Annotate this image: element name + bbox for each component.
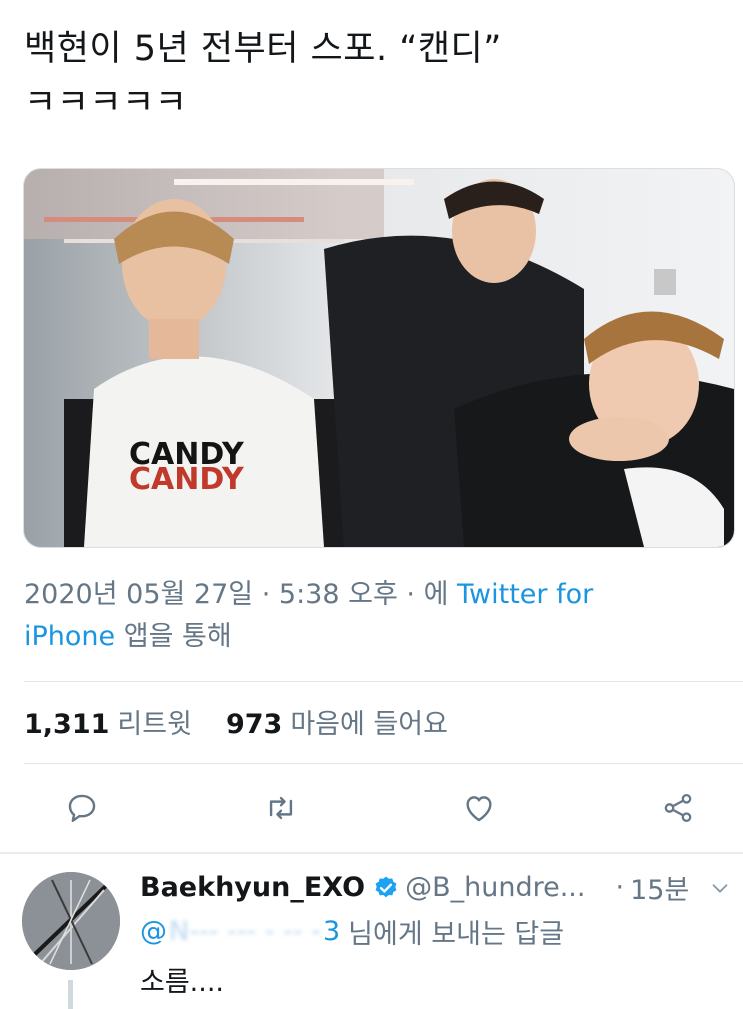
section-divider xyxy=(0,852,743,854)
replying-to-label: 님에게 보내는 답글 xyxy=(348,919,565,950)
tweet-text: 백현이 5년 전부터 스포. “캔디” ㅋㅋㅋㅋㅋ xyxy=(24,22,724,130)
chevron-down-icon xyxy=(712,883,728,893)
mention-blurred: N--- --- - -- - xyxy=(169,916,321,947)
tweet-stats: 1,311 리트윗 973 마음에 들어요 xyxy=(24,702,448,741)
share-button[interactable] xyxy=(656,786,700,830)
via-suffix: 앱을 통해 xyxy=(123,621,232,652)
reply-text: 소름.... xyxy=(140,967,225,998)
reply-author-name[interactable]: Baekhyun_EXO xyxy=(140,872,365,903)
share-icon xyxy=(664,793,692,823)
replying-to: @N--- --- - -- -3 님에게 보내는 답글 xyxy=(140,912,564,951)
verified-badge-icon xyxy=(373,875,399,901)
tweet-media-image[interactable]: CANDY CANDY xyxy=(23,168,735,548)
source-link-part1: Twitter for xyxy=(457,579,594,610)
reply-author-handle[interactable]: @B_hundre... xyxy=(405,872,585,903)
photo-illustration: CANDY CANDY xyxy=(24,169,734,547)
shirt-text-red: CANDY xyxy=(129,462,245,497)
source-link-part2: iPhone xyxy=(24,621,116,652)
divider xyxy=(24,681,743,682)
likes-count[interactable]: 973 xyxy=(226,709,282,740)
meta-separator: · xyxy=(615,872,625,903)
reply-header: Baekhyun_EXO @B_hundre... · 15분 xyxy=(140,868,730,907)
meta-separator: · xyxy=(406,579,415,610)
tweet-text-line1: 백현이 5년 전부터 스포. “캔디” xyxy=(24,29,502,69)
divider xyxy=(24,763,743,764)
likes-label[interactable]: 마음에 들어요 xyxy=(290,702,448,741)
reply-button[interactable] xyxy=(60,786,104,830)
avatar-logo-icon xyxy=(22,872,120,970)
retweet-icon xyxy=(269,796,292,820)
tweet-text-line2: ㅋㅋㅋㅋㅋ xyxy=(24,83,188,123)
thread-line xyxy=(68,980,73,1009)
mention-link[interactable]: @N--- --- - -- -3 xyxy=(140,916,340,947)
retweet-button[interactable] xyxy=(259,786,303,830)
tweet-time: 5:38 오후 xyxy=(278,579,398,610)
like-icon xyxy=(466,796,492,822)
retweets-count[interactable]: 1,311 xyxy=(24,709,109,740)
like-button[interactable] xyxy=(457,786,501,830)
more-options-button[interactable] xyxy=(709,877,731,899)
tweet-date: 2020년 05월 27일 xyxy=(24,579,254,610)
meta-separator: · xyxy=(261,579,271,610)
tweet-actions xyxy=(60,780,700,836)
reply-icon xyxy=(68,794,96,822)
reply-time[interactable]: 15분 xyxy=(630,868,689,907)
via-prefix: 에 xyxy=(423,579,449,610)
tweet-meta: 2020년 05월 27일 · 5:38 오후 · 에 Twitter for i… xyxy=(24,574,724,658)
retweets-label[interactable]: 리트윗 xyxy=(117,702,192,741)
avatar[interactable] xyxy=(22,872,120,970)
